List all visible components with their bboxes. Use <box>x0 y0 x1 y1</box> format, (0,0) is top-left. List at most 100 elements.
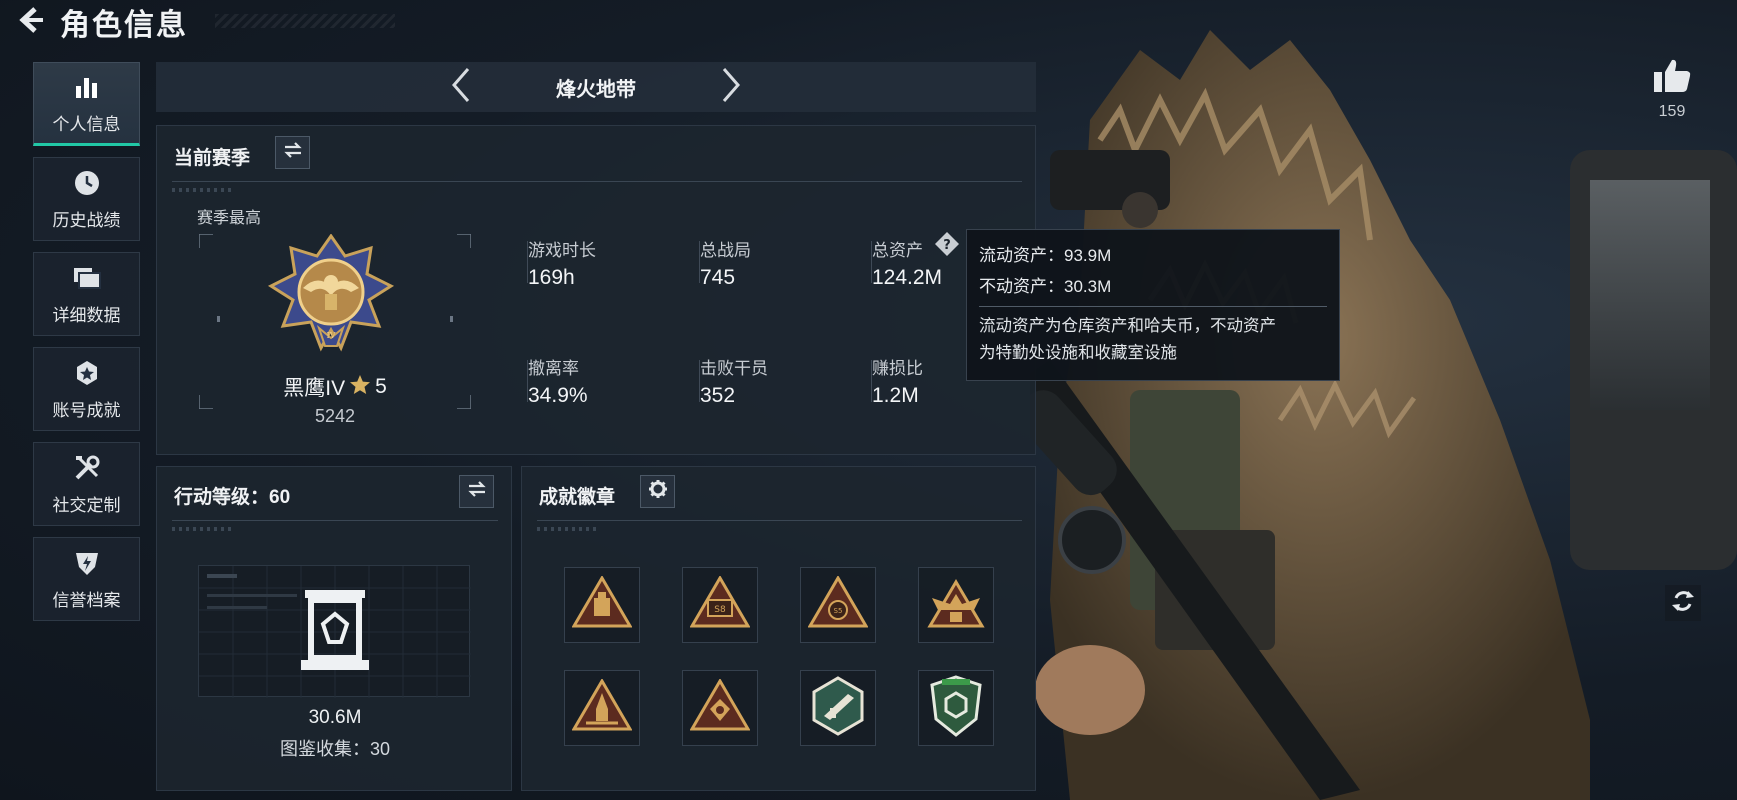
tooltip-description-2: 为特勤处设施和收藏室设施 <box>979 344 1177 362</box>
season-selector: 烽火地带 <box>156 62 1036 112</box>
nav-label: 个人信息 <box>52 114 121 134</box>
current-season-panel: 当前赛季 赛季最高 IV 黑鹰IV 5 5242 游戏时长 169h 总战局 7… <box>156 125 1036 455</box>
page-title: 角色信息 <box>60 9 188 42</box>
switch-season-button[interactable] <box>275 136 310 169</box>
nav-item-account-achievements[interactable]: 账号成就 <box>33 347 140 431</box>
achievement-badge[interactable]: S5 <box>800 567 876 643</box>
achievement-badge[interactable] <box>918 670 994 746</box>
collection-value: 30.6M <box>308 707 362 728</box>
tooltip-fixed-assets: 不动资产：30.3M <box>979 277 1112 296</box>
star-badge-icon <box>72 358 102 388</box>
section-title: 当前赛季 <box>174 148 251 169</box>
nav-item-detailed-data[interactable]: 详细数据 <box>33 252 140 336</box>
triangle-winged-badge-icon <box>926 576 986 635</box>
triangle-crate-badge-icon <box>571 574 633 635</box>
stat-label-total-assets: 总资产 <box>872 241 923 260</box>
nav-item-credit-record[interactable]: 信誉档案 <box>33 537 140 621</box>
nav-item-match-history[interactable]: 历史战绩 <box>33 157 140 241</box>
hexagon-gun-badge-icon <box>808 675 868 741</box>
nav-label: 社交定制 <box>52 495 121 515</box>
rank-score: 5242 <box>314 406 356 426</box>
stat-value-extract-rate: 34.9% <box>528 384 588 407</box>
swap-arrows-icon <box>283 142 303 163</box>
chevron-left-icon <box>451 67 471 108</box>
achievement-badge[interactable] <box>918 567 994 643</box>
side-nav: 个人信息 历史战绩 详细数据 账号成就 社交定制 信誉档案 <box>33 62 143 632</box>
nav-label: 详细数据 <box>52 305 121 325</box>
triangle-s8-badge-icon: S8 <box>689 574 751 635</box>
nav-label: 账号成就 <box>52 400 121 420</box>
divider <box>537 520 1022 521</box>
folder-icon <box>72 263 102 293</box>
achievement-badge[interactable] <box>564 567 640 643</box>
section-title: 行动等级：60 <box>174 487 291 508</box>
achievements-panel: 成就徽章 S8 S5 <box>521 466 1036 791</box>
assets-tooltip: 流动资产：93.9M 不动资产：30.3M 流动资产为仓库资产和哈夫币，不动资产… <box>966 229 1340 381</box>
achievement-settings-button[interactable] <box>640 475 675 508</box>
swap-arrows-icon <box>467 481 487 502</box>
stat-label-profit-ratio: 赚损比 <box>872 359 923 378</box>
gear-icon <box>648 479 668 504</box>
stat-label-playtime: 游戏时长 <box>528 241 596 260</box>
top-header: 角色信息 <box>0 0 700 44</box>
collection-showcase[interactable] <box>198 565 471 698</box>
triangle-gem-badge-icon <box>689 677 751 738</box>
collection-count: 图鉴收集：30 <box>279 739 391 759</box>
stat-value-profit-ratio: 1.2M <box>872 384 919 407</box>
divider-dots <box>537 527 597 531</box>
divider-dots <box>172 188 232 192</box>
title-decoration <box>215 14 395 28</box>
divider-dots <box>172 527 232 531</box>
clock-icon <box>72 168 102 198</box>
nav-item-personal-info[interactable]: 个人信息 <box>33 62 140 146</box>
triangle-rocket-badge-icon <box>571 677 633 738</box>
triangle-s5-badge-icon: S5 <box>807 574 869 635</box>
divider <box>172 520 498 521</box>
back-button[interactable] <box>0 0 60 44</box>
wrench-screwdriver-icon <box>72 453 102 483</box>
achievement-badge[interactable]: S8 <box>682 567 758 643</box>
shield-lightning-icon <box>72 548 102 578</box>
nav-item-social-custom[interactable]: 社交定制 <box>33 442 140 526</box>
achievement-badge[interactable] <box>682 670 758 746</box>
achievement-badge[interactable] <box>800 670 876 746</box>
help-button[interactable]: ? <box>934 231 960 257</box>
next-season-button[interactable] <box>716 67 746 107</box>
divider <box>172 181 1022 182</box>
tooltip-divider <box>979 306 1327 307</box>
prev-season-button[interactable] <box>446 67 476 107</box>
rank-line: 黑鹰IV 5 <box>197 372 473 402</box>
chevron-right-icon <box>721 67 741 108</box>
rank-name: 黑鹰IV <box>283 377 346 400</box>
svg-text:IV: IV <box>327 331 336 340</box>
rank-medal-icon: IV <box>267 233 395 352</box>
svg-text:?: ? <box>943 238 951 253</box>
like-button[interactable]: 159 <box>1650 58 1694 121</box>
svg-text:S8: S8 <box>714 605 726 615</box>
back-arrow-icon <box>15 5 45 40</box>
achievement-badge[interactable] <box>564 670 640 746</box>
stat-label-kills: 击败干员 <box>700 359 768 378</box>
stat-label-matches: 总战局 <box>700 241 751 260</box>
shield-green-badge-icon <box>928 674 984 742</box>
refresh-button[interactable] <box>1665 585 1701 621</box>
tooltip-liquid-assets: 流动资产：93.9M <box>979 246 1112 265</box>
like-count: 159 <box>1658 103 1686 120</box>
character-artwork <box>1030 0 1737 800</box>
stat-value-total-assets: 124.2M <box>872 266 943 289</box>
action-level-panel: 行动等级：60 30.6M 图鉴收集：30 <box>156 466 512 791</box>
section-title: 成就徽章 <box>539 487 616 508</box>
vault-icon <box>299 588 371 679</box>
peak-label: 赛季最高 <box>197 210 262 227</box>
stat-value-playtime: 169h <box>528 266 575 289</box>
nav-label: 信誉档案 <box>52 590 121 610</box>
thumbs-up-icon <box>1652 59 1692 98</box>
refresh-icon <box>1670 588 1696 619</box>
switch-level-button[interactable] <box>459 475 494 508</box>
gold-star-icon <box>349 374 371 401</box>
season-name: 烽火地带 <box>556 78 636 101</box>
stat-value-kills: 352 <box>700 384 736 407</box>
bar-chart-icon <box>72 72 102 102</box>
tooltip-description-1: 流动资产为仓库资产和哈夫币，不动资产 <box>979 317 1276 335</box>
svg-text:S5: S5 <box>834 607 843 615</box>
